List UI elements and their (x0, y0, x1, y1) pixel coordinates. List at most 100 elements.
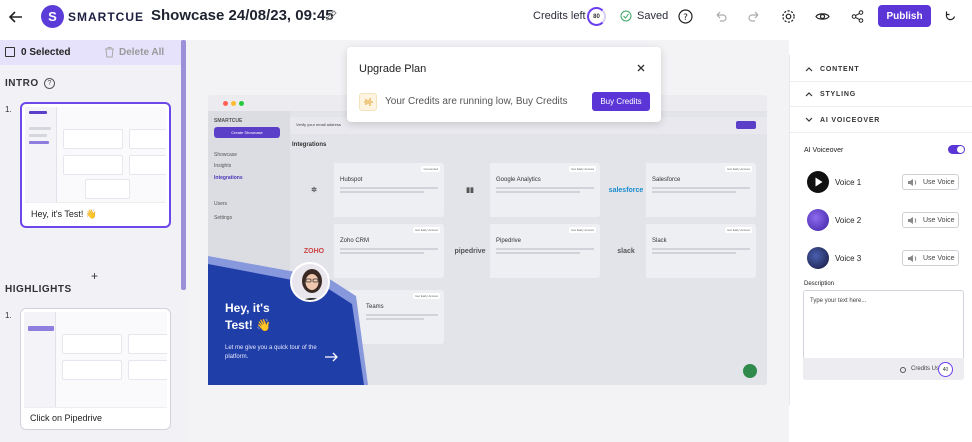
description-line (340, 191, 424, 193)
description-line (496, 248, 594, 250)
thumbnail-preview (24, 312, 167, 408)
slack-logo-icon: slack (606, 224, 646, 278)
description-line (340, 187, 438, 189)
credits-left-ring: 80 (587, 7, 606, 26)
share-icon[interactable] (850, 9, 865, 24)
guide-avatar (290, 262, 330, 302)
speaker-icon (908, 179, 917, 186)
mini-card (129, 129, 166, 149)
logo-badge: S (41, 5, 64, 28)
accordion-styling[interactable]: STYLING (790, 82, 972, 107)
tour-title-line-1: Hey, it's (225, 301, 270, 315)
google-analytics-logo-icon: ▮▮ (450, 163, 490, 217)
integration-tag: Get Early Access (725, 227, 752, 233)
integration-tag: Get Early Access (413, 293, 440, 299)
preview-create-button[interactable]: Create Showcase (214, 127, 280, 138)
voice-name: Voice 1 (835, 178, 862, 187)
back-arrow-icon[interactable] (8, 9, 24, 25)
help-icon[interactable]: ? (678, 9, 693, 24)
accordion-content[interactable]: CONTENT (790, 57, 972, 82)
settings-gear-icon[interactable] (781, 9, 796, 24)
mini-card (129, 155, 166, 175)
chat-bubble-icon[interactable] (743, 364, 757, 378)
logo-text: SMARTCUE (68, 9, 144, 24)
preview-sidebar-item[interactable]: Settings (214, 215, 232, 221)
section-title-intro: INTRO (5, 78, 39, 89)
integration-tag: Get Early Access (413, 227, 440, 233)
steps-panel: 0 Selected Delete All INTRO ? 1. Hey, it… (0, 40, 186, 442)
top-bar: S SMARTCUE Showcase 24/08/23, 09:45 Cred… (0, 0, 972, 34)
close-icon[interactable] (636, 63, 646, 73)
description-line (366, 318, 424, 320)
use-voice-2-button[interactable]: Use Voice (902, 212, 959, 228)
ai-voiceover-label: AI Voiceover (804, 147, 844, 154)
delete-all-button[interactable]: Delete All (119, 47, 164, 58)
step-thumbnail-intro-1[interactable]: Hey, it's Test! 👋 (20, 102, 171, 228)
mini-card (63, 129, 123, 149)
speaker-icon (908, 255, 917, 262)
document-title[interactable]: Showcase 24/08/23, 09:45 (151, 7, 334, 24)
accordion-label: AI VOICEOVER (820, 117, 881, 124)
preview-sidebar-item[interactable]: Showcase (214, 152, 237, 158)
accordion-label: CONTENT (820, 66, 860, 73)
credits-warning-icon (359, 93, 377, 111)
preview-eye-icon[interactable] (815, 9, 830, 24)
accordion-ai-voiceover[interactable]: AI VOICEOVER (790, 108, 972, 133)
voice-name: Voice 2 (835, 216, 862, 225)
mini-card (128, 334, 167, 354)
refresh-icon[interactable] (944, 10, 957, 23)
mini-bar (29, 127, 51, 130)
integration-card-hubspot[interactable]: ✲ Hubspot Connected (294, 163, 444, 217)
use-voice-label: Use Voice (923, 254, 955, 262)
pencil-icon[interactable] (325, 9, 338, 22)
preview-sidebar-item[interactable]: Insights (214, 163, 231, 169)
add-step-button[interactable]: + (91, 269, 98, 283)
integration-card-slack[interactable]: slack Slack Get Early Access (606, 224, 756, 278)
mini-sidebar (25, 107, 57, 202)
preview-sidebar-item[interactable]: Users (214, 201, 227, 207)
preview-sidebar-item-active[interactable]: Integrations (214, 175, 243, 181)
thumbnail-preview (25, 107, 166, 203)
buy-credits-button[interactable]: Buy Credits (592, 92, 650, 111)
chevron-up-icon (805, 92, 813, 97)
pipedrive-logo-icon: pipedrive (450, 224, 490, 278)
check-circle-icon (620, 10, 632, 22)
step-thumbnail-highlights-1[interactable]: Click on Pipedrive (20, 308, 171, 430)
use-voice-3-button[interactable]: Use Voice (902, 250, 959, 266)
trash-icon (105, 47, 114, 58)
integration-name: Slack (652, 238, 667, 244)
use-voice-label: Use Voice (923, 216, 955, 224)
mini-card (63, 155, 123, 175)
salesforce-logo-icon: salesforce (606, 163, 646, 217)
mini-card (85, 179, 130, 199)
integration-card-pipedrive[interactable]: pipedrive Pipedrive Get Early Access (450, 224, 600, 278)
hubspot-logo-icon: ✲ (294, 163, 334, 217)
redo-icon[interactable] (747, 9, 762, 24)
intro-help-icon[interactable]: ? (44, 78, 55, 89)
integration-card-google-analytics[interactable]: ▮▮ Google Analytics Get Early Access (450, 163, 600, 217)
tour-subtitle: Let me give you a quick tour of the plat… (225, 345, 317, 360)
select-all-checkbox[interactable] (5, 47, 15, 57)
step-caption: Hey, it's Test! 👋 (31, 209, 98, 219)
publish-button[interactable]: Publish (878, 5, 931, 27)
window-dot-yellow (231, 101, 236, 106)
description-line (496, 252, 580, 254)
chevron-up-icon (805, 67, 813, 72)
use-voice-1-button[interactable]: Use Voice (902, 174, 959, 190)
play-voice-1-icon[interactable] (807, 171, 829, 193)
ai-voiceover-toggle[interactable] (948, 145, 965, 154)
preview-page-heading: Integrations (292, 142, 327, 148)
integration-tag: Connected (421, 166, 440, 172)
voice-3-avatar[interactable] (807, 247, 829, 269)
popup-title: Upgrade Plan (359, 63, 427, 75)
mini-bar (28, 326, 54, 331)
undo-icon[interactable] (713, 9, 728, 24)
integration-name: Pipedrive (496, 238, 522, 244)
upgrade-plan-popup: Upgrade Plan Your Credits are running lo… (347, 47, 661, 122)
voice-2-avatar[interactable] (807, 209, 829, 231)
integration-card-salesforce[interactable]: salesforce Salesforce Get Early Access (606, 163, 756, 217)
verify-button[interactable] (736, 121, 756, 129)
integration-name: Salesforce (652, 177, 681, 183)
arrow-right-icon[interactable] (324, 352, 338, 362)
saved-status: Saved (637, 10, 669, 22)
